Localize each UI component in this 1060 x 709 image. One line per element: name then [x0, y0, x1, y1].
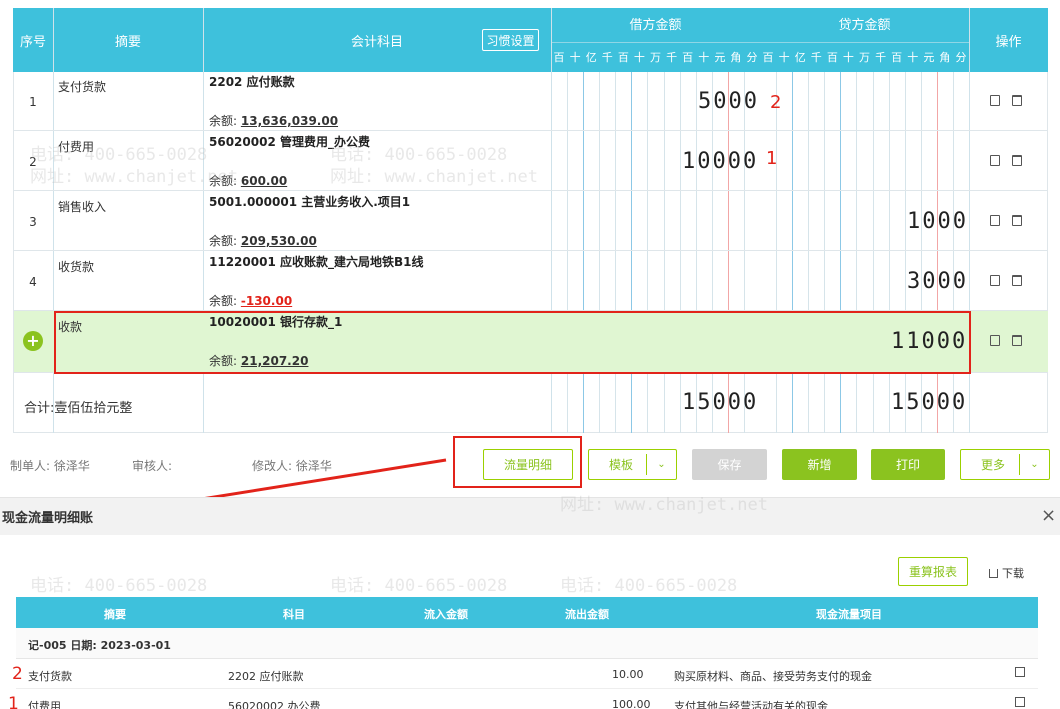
close-icon[interactable]: ×	[1041, 505, 1056, 526]
detail-account: 2202 应付账款	[228, 670, 304, 683]
detail-summary: 付费用	[28, 700, 61, 709]
panel-title: 现金流量明细账	[2, 511, 94, 526]
detail-outflow: 10.00	[612, 668, 644, 681]
edit-icon[interactable]	[1015, 697, 1025, 707]
col-summary: 摘要	[104, 608, 126, 621]
detail-cashflow-item: 购买原材料、商品、接受劳务支付的现金	[674, 670, 872, 683]
recalc-report-button[interactable]: 重算报表	[898, 557, 968, 586]
col-inflow: 流入金额	[424, 608, 468, 621]
cashflow-table-header	[16, 597, 1038, 628]
cashflow-panel-header	[0, 497, 1060, 535]
download-label: 下载	[1002, 567, 1024, 580]
annotation-mark: 1	[8, 694, 19, 709]
col-account: 科目	[283, 608, 305, 621]
voucher-group-label: 记-005 日期: 2023-03-01	[28, 639, 171, 652]
detail-cashflow-item: 支付其他与经营活动有关的现金	[674, 700, 828, 709]
download-link[interactable]: 下载	[989, 565, 1024, 581]
col-cashflow-item: 现金流量项目	[816, 608, 882, 621]
edit-icon[interactable]	[1015, 667, 1025, 677]
detail-outflow: 100.00	[612, 698, 651, 709]
detail-summary: 支付货款	[28, 670, 72, 683]
table-row[interactable]	[16, 659, 1038, 689]
table-row[interactable]	[16, 689, 1038, 709]
download-icon	[989, 568, 998, 578]
annotation-mark: 2	[12, 664, 23, 684]
detail-account: 56020002 办公费	[228, 700, 321, 709]
col-outflow: 流出金额	[565, 608, 609, 621]
